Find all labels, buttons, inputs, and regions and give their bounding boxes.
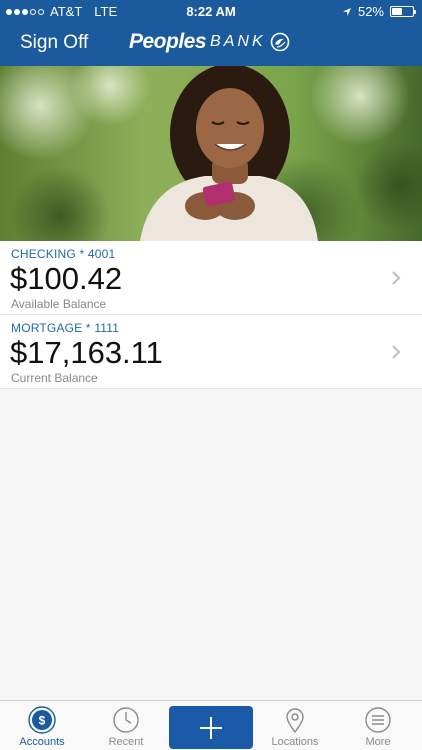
accounts-list: CHECKING * 4001 $100.42 Available Balanc… bbox=[0, 241, 422, 389]
logo-word-peoples: Peoples bbox=[129, 30, 207, 53]
tab-accounts[interactable]: $ Accounts bbox=[0, 701, 84, 750]
account-balance: $17,163.11 bbox=[10, 335, 163, 370]
hero-image bbox=[0, 66, 422, 241]
account-name: CHECKING * 4001 bbox=[11, 247, 116, 261]
balance-label: Current Balance bbox=[11, 371, 98, 385]
tab-more[interactable]: More bbox=[336, 701, 420, 750]
location-arrow-icon bbox=[342, 7, 351, 16]
dollar-circle-icon: $ bbox=[28, 706, 56, 734]
top-bar: AT&T LTE 8:22 AM 52% Sign Off Peoples BA… bbox=[0, 0, 422, 66]
svg-text:$: $ bbox=[39, 714, 46, 728]
chevron-right-icon bbox=[392, 345, 401, 359]
tab-label: Locations bbox=[271, 736, 319, 748]
status-right: 52% bbox=[342, 4, 416, 19]
account-balance: $100.42 bbox=[10, 261, 123, 296]
map-pin-icon bbox=[286, 708, 304, 734]
bank-logo: Peoples BANK bbox=[129, 30, 290, 54]
sign-off-button[interactable]: Sign Off bbox=[20, 32, 88, 54]
tab-bar: $ Accounts Recent Locations More bbox=[0, 700, 422, 750]
battery-percent: 52% bbox=[357, 4, 384, 19]
account-row-checking[interactable]: CHECKING * 4001 $100.42 Available Balanc… bbox=[0, 241, 422, 315]
bank-seal-icon bbox=[270, 32, 289, 52]
hero-illustration bbox=[0, 66, 422, 241]
plus-icon bbox=[200, 716, 222, 739]
tab-label: Accounts bbox=[19, 736, 65, 748]
tab-locations[interactable]: Locations bbox=[253, 701, 337, 750]
logo-word-bank: BANK bbox=[210, 33, 266, 50]
battery-fill bbox=[392, 8, 403, 15]
account-row-mortgage[interactable]: MORTGAGE * 1111 $17,163.11 Current Balan… bbox=[0, 315, 422, 389]
tab-recent[interactable]: Recent bbox=[84, 701, 168, 750]
battery-icon bbox=[390, 6, 416, 17]
status-bar: AT&T LTE 8:22 AM 52% bbox=[0, 0, 422, 22]
menu-icon bbox=[365, 707, 391, 733]
clock-icon bbox=[113, 707, 139, 733]
nav-bar: Sign Off Peoples BANK bbox=[0, 22, 422, 66]
tab-label: More bbox=[365, 736, 391, 748]
add-button[interactable] bbox=[169, 706, 253, 749]
chevron-right-icon bbox=[392, 271, 401, 285]
account-name: MORTGAGE * 1111 bbox=[11, 321, 120, 335]
balance-label: Available Balance bbox=[11, 297, 107, 311]
tab-label: Recent bbox=[108, 736, 144, 748]
